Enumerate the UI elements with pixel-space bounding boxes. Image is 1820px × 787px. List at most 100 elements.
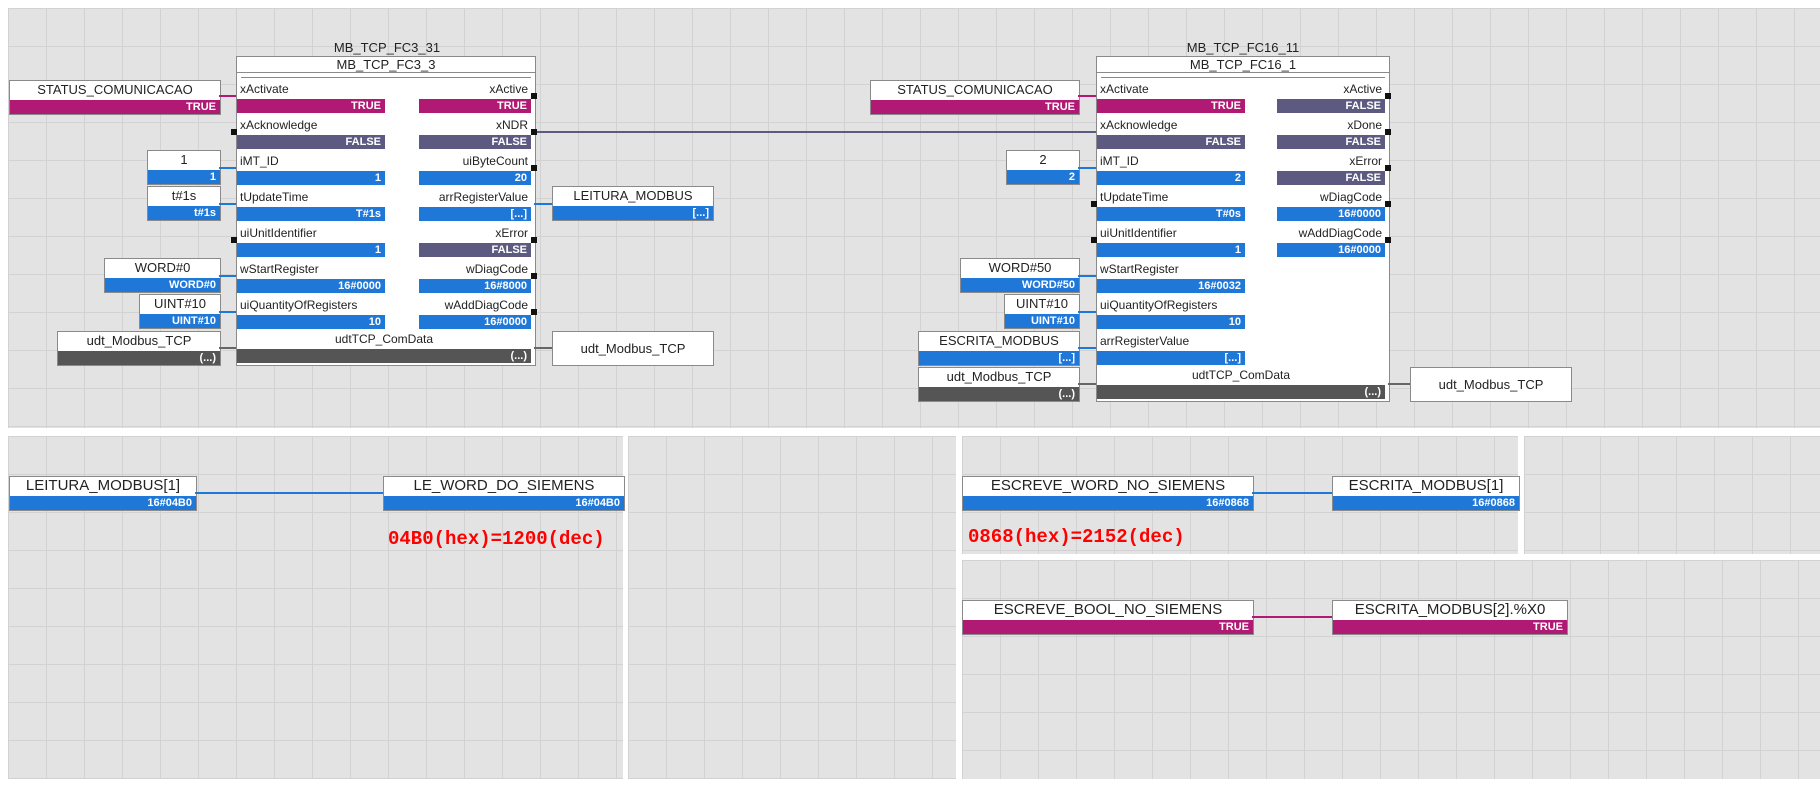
fb1-output-xerror[interactable]: xError FALSE [419,225,531,259]
fb2-input-uiquantityofregisters[interactable]: uiQuantityOfRegisters 10 [1097,297,1245,331]
pin-label: uiByteCount [462,154,528,168]
rung-write-word-source[interactable]: ESCREVE_WORD_NO_SIEMENS 16#0868 [962,476,1254,511]
pin-value: FALSE [237,135,385,149]
pin-value: 16#0000 [237,279,385,293]
rung-write-bool-target[interactable]: ESCRITA_MODBUS[2].%X0 TRUE [1332,600,1568,635]
fb2-var-start-register[interactable]: WORD#50 WORD#50 [960,258,1080,293]
fb2-var-udt-out[interactable]: udt_Modbus_TCP [1410,367,1572,402]
pin-value: FALSE [1277,135,1385,149]
fb2-input-imt-id[interactable]: iMT_ID 2 [1097,153,1245,187]
network-area-write-bool [962,560,1820,779]
pin-value: 16#8000 [419,279,531,293]
fb1-var-mt-id[interactable]: 1 1 [147,150,221,185]
fb1-input-wstartregister[interactable]: wStartRegister 16#0000 [237,261,385,295]
fb1-input-uiquantityofregisters[interactable]: uiQuantityOfRegisters 10 [237,297,385,331]
fb1-output-waddiagcode[interactable]: wAddDiagCode 16#0000 [419,297,531,331]
fb2-xerror-terminal [1385,165,1391,171]
fb1-function-block[interactable]: MB_TCP_FC3_3 xActivate TRUE xAcknowledge… [236,56,536,366]
var-value: 16#0868 [1333,496,1519,510]
fb1-var-update-time[interactable]: t#1s t#1s [147,186,221,221]
var-value: TRUE [1333,620,1567,634]
pin-label: wDiagCode [1319,190,1382,204]
fb1-var-start-register[interactable]: WORD#0 WORD#0 [104,258,221,293]
wire-start-to-fb1 [219,275,236,277]
fb2-output-wdiagcode[interactable]: wDiagCode 16#0000 [1277,189,1385,223]
fb1-input-xacknowledge[interactable]: xAcknowledge FALSE [237,117,385,151]
wire-escrita-to-fb2 [1078,347,1096,349]
fb2-output-xdone[interactable]: xDone FALSE [1277,117,1385,151]
fb1-output-uibytecount[interactable]: uiByteCount 20 [419,153,531,187]
fb2-instance-name: MB_TCP_FC16_11 [1186,40,1300,55]
fb1-instance-name: MB_TCP_FC3_31 [333,40,441,55]
rung-read-target[interactable]: LE_WORD_DO_SIEMENS 16#04B0 [383,476,625,511]
fb2-input-xactivate[interactable]: xActivate TRUE [1097,81,1245,115]
wire-mt-id-to-fb2 [1078,167,1096,169]
fb1-var-leitura-modbus[interactable]: LEITURA_MODBUS [...] [552,186,714,221]
var-value: UINT#10 [140,314,220,328]
fb2-var-quantity[interactable]: UINT#10 UINT#10 [1004,294,1080,329]
fb1-input-xactivate[interactable]: xActivate TRUE [237,81,385,115]
fb2-output-waddiagcode[interactable]: wAddDiagCode 16#0000 [1277,225,1385,259]
fbd-editor-canvas[interactable]: MB_TCP_FC3_31 MB_TCP_FC3_3 xActivate TRU… [0,0,1820,787]
rung-write-word-target[interactable]: ESCRITA_MODBUS[1] 16#0868 [1332,476,1520,511]
fb1-inout-udttcp-comdata[interactable]: udtTCP_ComData (...) [237,331,531,365]
pin-label: wAddDiagCode [444,298,528,312]
fb2-input-arrregistervalue[interactable]: arrRegisterValue [...] [1097,333,1245,367]
rung-read-source[interactable]: LEITURA_MODBUS[1] 16#04B0 [9,476,197,511]
fb2-input-wstartregister[interactable]: wStartRegister 16#0032 [1097,261,1245,295]
fb2-header-separator [1101,77,1385,78]
fb1-input-uiunitidentifier[interactable]: uiUnitIdentifier 1 [237,225,385,259]
pin-label: wAddDiagCode [1298,226,1382,240]
pin-value: FALSE [1277,171,1385,185]
fb2-var-mt-id[interactable]: 2 2 [1006,150,1080,185]
var-label: WORD#0 [134,260,191,275]
pin-label: xError [1349,154,1382,168]
pin-value: 2 [1097,171,1245,185]
var-label: udt_Modbus_TCP [86,333,192,348]
fb1-var-quantity[interactable]: UINT#10 UINT#10 [139,294,221,329]
fb1-output-xndr[interactable]: xNDR FALSE [419,117,531,151]
fb2-input-tupdatetime[interactable]: tUpdateTime T#0s [1097,189,1245,223]
pin-label: tUpdateTime [1100,190,1169,204]
fb1-output-arrregistervalue[interactable]: arrRegisterValue [...] [419,189,531,223]
fb2-var-status-comunicacao[interactable]: STATUS_COMUNICACAO TRUE [870,80,1080,115]
fb2-output-xactive[interactable]: xActive FALSE [1277,81,1385,115]
fb2-inout-udttcp-comdata[interactable]: udtTCP_ComData (...) [1097,367,1385,401]
pin-label: xNDR [496,118,528,132]
fb1-xerror-terminal [531,237,537,243]
var-value: 16#0868 [963,496,1253,510]
rung-write-bool-source[interactable]: ESCREVE_BOOL_NO_SIEMENS TRUE [962,600,1254,635]
fb1-xactive-terminal [531,93,537,99]
fb1-var-udt-out[interactable]: udt_Modbus_TCP [552,331,714,366]
wire-udt-in-to-fb1 [219,347,236,349]
fb1-type-name: MB_TCP_FC3_3 [237,57,535,73]
fb2-input-xacknowledge[interactable]: xAcknowledge FALSE [1097,117,1245,151]
fb1-var-udt-in[interactable]: udt_Modbus_TCP (...) [57,331,221,366]
var-label: STATUS_COMUNICACAO [37,82,193,97]
pin-value: 16#0000 [419,315,531,329]
pin-value: FALSE [419,243,531,257]
var-value: 2 [1007,170,1079,184]
fb2-input-uiunitidentifier[interactable]: uiUnitIdentifier 1 [1097,225,1245,259]
fb1-uiunitidentifier-terminal [231,237,237,243]
fb2-output-xerror[interactable]: xError FALSE [1277,153,1385,187]
wire-fb1-to-udt-out [534,347,552,349]
wire-rung-write-bool [1252,616,1332,618]
fb2-waddiagcode-terminal [1385,237,1391,243]
fb1-input-tupdatetime[interactable]: tUpdateTime T#1s [237,189,385,223]
fb2-var-escrita-modbus[interactable]: ESCRITA_MODBUS [...] [918,331,1080,366]
fb1-input-imt-id[interactable]: iMT_ID 1 [237,153,385,187]
fb1-wdiagcode-terminal [531,273,537,279]
pin-value: 10 [1097,315,1245,329]
fb1-output-xactive[interactable]: xActive TRUE [419,81,531,115]
fb1-output-wdiagcode[interactable]: wDiagCode 16#8000 [419,261,531,295]
var-value: 1 [148,170,220,184]
pin-label: xActive [1343,82,1382,96]
fb2-var-udt-in[interactable]: udt_Modbus_TCP (...) [918,367,1080,402]
fb1-var-status-comunicacao[interactable]: STATUS_COMUNICACAO TRUE [9,80,221,115]
var-label: udt_Modbus_TCP [1438,377,1544,392]
fb2-function-block[interactable]: MB_TCP_FC16_1 xActivate TRUE xAcknowledg… [1096,56,1390,402]
pin-value: (...) [237,349,531,363]
pin-value: (...) [1097,385,1385,399]
var-label: LEITURA_MODBUS[1] [25,477,181,494]
